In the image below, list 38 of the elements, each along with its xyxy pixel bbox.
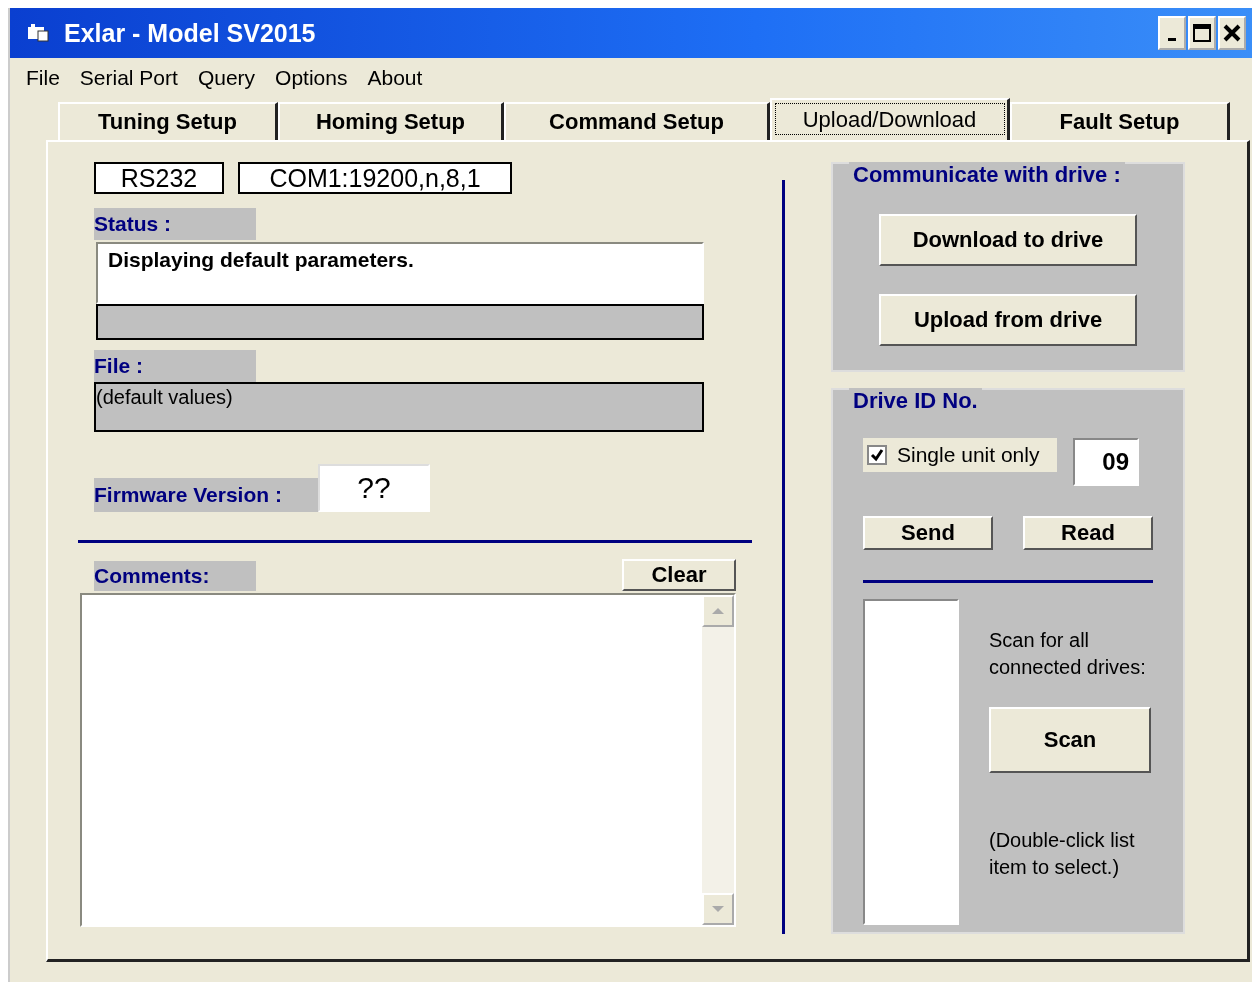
menu-item[interactable]: About <box>359 66 435 90</box>
drive-button[interactable]: Upload from drive <box>879 294 1137 346</box>
id-button[interactable]: Read <box>1023 516 1153 550</box>
menu-item[interactable]: Options <box>267 66 360 90</box>
tab[interactable]: Tuning Setup <box>58 102 278 140</box>
file-label: File : <box>94 350 256 382</box>
close-button[interactable] <box>1218 16 1246 50</box>
menu-item[interactable]: Serial Port <box>71 66 190 90</box>
window-title: Exlar - Model SV2015 <box>64 18 317 48</box>
menu-item[interactable]: File <box>18 66 72 90</box>
drive-list[interactable] <box>863 599 959 925</box>
close-icon <box>1223 24 1241 42</box>
firmware-label: Firmware Version : <box>94 478 318 512</box>
drive-id-field[interactable]: 09 <box>1073 438 1139 486</box>
maximize-button[interactable] <box>1188 16 1216 50</box>
port-settings-field: COM1:19200,n,8,1 <box>238 162 512 194</box>
minimize-button[interactable] <box>1158 16 1186 50</box>
tab[interactable]: Upload/Download <box>770 98 1010 140</box>
single-unit-checkbox[interactable]: Single unit only <box>863 438 1057 472</box>
tab[interactable]: Homing Setup <box>278 102 504 140</box>
menu-item[interactable]: Query <box>189 66 268 90</box>
drive-button[interactable]: Download to drive <box>879 214 1137 266</box>
scan-hint: Scan for all connected drives: <box>989 628 1147 680</box>
protocol-field: RS232 <box>94 162 224 194</box>
tab[interactable]: Fault Setup <box>1010 102 1230 140</box>
status-message: Displaying default parameters. <box>96 242 704 304</box>
maximize-icon <box>1192 23 1212 43</box>
status-label: Status : <box>94 208 256 240</box>
checkbox-icon[interactable] <box>867 445 887 465</box>
firmware-field: ?? <box>318 464 430 512</box>
id-button[interactable]: Send <box>863 516 993 550</box>
clear-button[interactable]: Clear <box>622 559 736 591</box>
file-field: (default values) <box>94 382 704 432</box>
select-hint: (Double-click list item to select.) <box>989 828 1136 880</box>
minimize-icon <box>1168 37 1176 41</box>
scan-button[interactable]: Scan <box>989 707 1151 773</box>
comments-label: Comments: <box>94 561 256 591</box>
tab[interactable]: Command Setup <box>504 102 770 140</box>
